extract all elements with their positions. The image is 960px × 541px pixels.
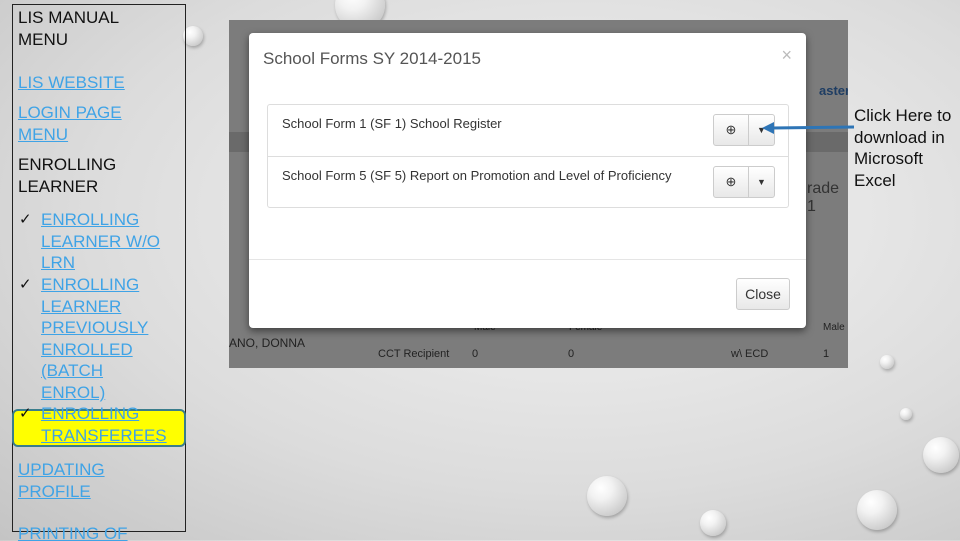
ecd-male: 1	[823, 348, 830, 360]
modal-footer-divider	[249, 259, 806, 260]
checkmark-icon: ✓	[19, 405, 32, 422]
checkmark-icon: ✓	[19, 276, 32, 293]
arrow-icon	[762, 122, 855, 134]
sub-item-enrolling-transferees[interactable]: ✓ ENROLLING TRANSFEREES	[19, 403, 181, 446]
sub-item-enrolling-learner-wo-lrn[interactable]: ✓ ENROLLING LEARNER W/O LRN	[19, 209, 181, 274]
caret-down-icon[interactable]: ▼	[749, 167, 774, 197]
checkmark-icon: ✓	[19, 211, 32, 228]
water-drop	[900, 408, 912, 420]
updating-profile-link[interactable]: UPDATING PROFILE	[18, 459, 105, 502]
water-drop	[857, 490, 897, 530]
close-button[interactable]: Close	[736, 278, 790, 310]
water-drop	[880, 355, 894, 369]
water-drop	[700, 510, 726, 536]
learner-name: ANO, DONNA	[229, 336, 306, 350]
callout-text: Click Here to download in Microsoft Exce…	[854, 106, 952, 190]
cct-label: CCT Recipient	[378, 348, 450, 360]
login-page-menu-link[interactable]: LOGIN PAGE MENU	[18, 102, 122, 145]
masterlist-text: asterli	[819, 83, 848, 98]
water-drop	[183, 26, 203, 46]
form-label: School Form 5 (SF 5) Report on Promotion…	[282, 168, 672, 183]
water-drop	[587, 476, 627, 516]
form-label: School Form 1 (SF 1) School Register	[282, 116, 502, 131]
cct-male: 0	[472, 348, 479, 360]
menu-title: LIS MANUAL MENU	[18, 8, 120, 49]
ecd-label: w\ ECD	[731, 348, 769, 360]
grade-text: rade 1	[807, 180, 840, 215]
school-forms-modal: School Forms SY 2014-2015 × School Form …	[249, 33, 806, 328]
forms-list: School Form 1 (SF 1) School Register ⊕ ▼…	[267, 104, 789, 208]
close-icon[interactable]: ×	[781, 45, 792, 66]
app-screenshot: asterli rade 1 ANO, DONNA Male Female Ma…	[229, 20, 848, 368]
male-header-2: Male	[823, 322, 845, 333]
enrolling-learner-heading: ENROLLING LEARNER	[18, 155, 117, 196]
download-icon[interactable]: ⊕	[714, 167, 749, 197]
modal-title: School Forms SY 2014-2015	[263, 49, 481, 68]
manual-menu: LIS MANUAL MENU LIS WEBSITE LOGIN PAGE MEN…	[12, 4, 186, 541]
printing-of-link[interactable]: PRINTING OF	[18, 523, 128, 541]
sub-item-enrolling-previously-enrolled[interactable]: ✓ ENROLLING LEARNER PREVIOUSLY ENROLLED (BAT…	[19, 274, 181, 404]
list-item: School Form 5 (SF 5) Report on Promotion…	[268, 156, 788, 208]
download-button-group: ⊕ ▼	[713, 166, 775, 198]
download-icon[interactable]: ⊕	[714, 115, 749, 145]
list-item: School Form 1 (SF 1) School Register ⊕ ▼	[268, 105, 788, 157]
cct-female: 0	[568, 348, 575, 360]
lis-website-link[interactable]: LIS WEBSITE	[18, 72, 125, 94]
water-drop	[923, 437, 959, 473]
